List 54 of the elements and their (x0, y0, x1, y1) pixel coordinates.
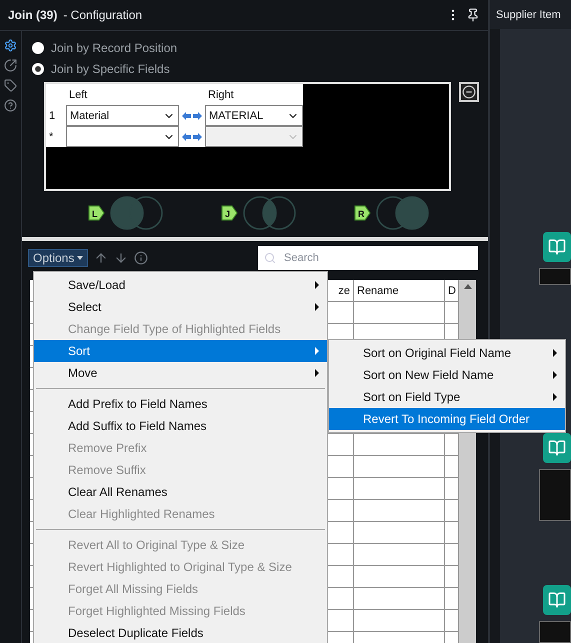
right-field-dropdown[interactable]: MATERIAL (205, 105, 303, 126)
radio-button[interactable] (32, 63, 44, 75)
redacted-block (539, 268, 571, 285)
radio-label: Join by Record Position (51, 41, 178, 55)
settings-icon[interactable] (4, 39, 17, 52)
table-cell (445, 500, 459, 522)
menu-item[interactable]: Sort on Original Field Name (329, 342, 565, 364)
menu-item[interactable]: Clear All Renames (34, 481, 327, 503)
column-header: Rename (354, 280, 445, 302)
menu-item[interactable]: Revert To Incoming Field Order (329, 408, 565, 430)
menu-item[interactable]: Add Suffix to Field Names (34, 415, 327, 437)
redacted-block (539, 469, 571, 521)
panel-title: - Configuration (63, 8, 144, 22)
arrow-down-icon[interactable] (114, 251, 128, 265)
table-cell (445, 610, 459, 632)
left-field-dropdown[interactable]: Material (66, 105, 179, 126)
menu-item[interactable]: Deselect Duplicate Fields (34, 622, 327, 643)
pin-icon[interactable] (466, 8, 480, 22)
radio-label: Join by Specific Fields (51, 62, 170, 76)
book-tool-icon[interactable] (543, 232, 571, 262)
tool-name: Join (39) (8, 8, 58, 22)
table-cell (445, 544, 459, 566)
table-cell (445, 434, 459, 456)
menu-item[interactable]: Sort on Field Type (329, 386, 565, 408)
column-header: Left (68, 88, 88, 102)
table-cell (445, 566, 459, 588)
circle-arrow-icon[interactable] (4, 59, 17, 72)
info-icon[interactable] (134, 251, 148, 265)
redacted-block (539, 621, 571, 643)
menu-item[interactable]: Add Prefix to Field Names (34, 393, 327, 415)
column-header: Right (207, 88, 235, 102)
table-cell (445, 588, 459, 610)
menu-item[interactable]: Move (34, 362, 327, 384)
book-tool-icon[interactable] (543, 585, 571, 615)
caret-icon (77, 256, 84, 260)
tag-icon[interactable] (4, 79, 17, 92)
swap-arrows-icon (181, 132, 203, 142)
scroll-up-icon[interactable] (464, 284, 472, 289)
options-dropdown[interactable]: Options (28, 249, 88, 267)
menu-item[interactable]: Sort (34, 340, 327, 362)
swap-arrows-icon (181, 110, 203, 120)
help-icon[interactable] (4, 99, 17, 112)
row-number: 1 (48, 108, 56, 124)
row-number: * (48, 130, 54, 144)
table-cell (445, 456, 459, 478)
book-tool-icon[interactable] (543, 433, 571, 463)
table-cell (445, 522, 459, 544)
table-cell (445, 478, 459, 500)
radio-button[interactable] (32, 42, 44, 54)
remove-button[interactable] (459, 82, 479, 102)
search-icon (264, 252, 276, 264)
search-box[interactable]: Search (258, 246, 478, 270)
left-field-dropdown[interactable] (66, 126, 179, 147)
menu-item[interactable]: Sort on New Field Name (329, 364, 565, 386)
